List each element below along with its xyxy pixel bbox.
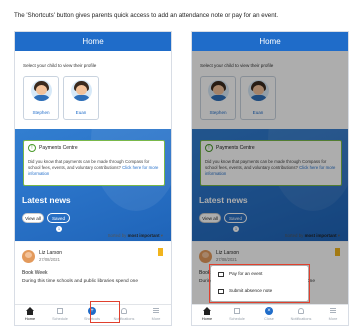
child-card-stephen[interactable]: Stephen [23,76,59,120]
child-name: Euan [75,110,87,115]
tab-close[interactable]: × Close [256,307,282,321]
saved-button[interactable]: Saved 1 [47,213,70,232]
phone-screen-right: Home Select your child to view their pro… [191,31,349,326]
calendar-icon [232,307,242,316]
tab-more[interactable]: More [143,307,169,321]
child-card-euan[interactable]: Euan [63,76,99,120]
header-title: Home [192,32,348,51]
view-all-button[interactable]: View all [22,213,44,223]
news-body: During this time schools and public libr… [22,279,138,284]
payments-centre-card[interactable]: ! Payments Centre Did you know that paym… [23,140,165,186]
home-icon [202,307,212,316]
tab-bar: Home Schedule × Close Notifications More [192,304,348,325]
menu-icon [328,307,338,316]
calendar-icon [55,307,65,316]
child-select-card: Select your child to view their profile … [15,51,171,129]
saved-count-badge: 1 [56,226,62,232]
info-icon: ! [28,144,36,152]
tab-schedule[interactable]: Schedule [47,307,73,321]
tab-more[interactable]: More [320,307,346,321]
menu-highlight [209,264,310,303]
news-date: 27/08/2021 [39,257,60,262]
header-title: Home [15,32,171,51]
latest-news-heading: Latest news [22,195,71,205]
avatar [31,80,52,101]
child-name: Stephen [32,110,50,115]
tab-schedule[interactable]: Schedule [224,307,250,321]
home-icon [25,307,35,316]
news-author: Liz Larson [39,250,63,256]
bookmark-icon[interactable] [158,248,163,256]
tab-home[interactable]: Home [194,307,220,321]
caption: The 'Shortcuts' button gives parents qui… [14,12,279,19]
shortcuts-highlight [90,301,120,323]
bell-icon [296,307,306,316]
tab-notifications[interactable]: Notifications [288,307,314,321]
bell-icon [119,307,129,316]
payments-title: Payments Centre [39,145,78,151]
news-title: Book Week [22,270,48,276]
close-icon: × [264,307,274,316]
avatar [22,250,35,263]
select-child-text: Select your child to view their profile [23,63,97,68]
payments-body: Did you know that payments can be made t… [28,159,159,176]
phone-screen-left: Home Select your child to view their pro… [14,31,172,326]
tab-home[interactable]: Home [17,307,43,321]
menu-icon [151,307,161,316]
sort-dropdown[interactable]: Sorted by most important ▾ [108,233,163,239]
news-item[interactable]: Liz Larson 27/08/2021 Book Week During t… [15,242,171,308]
avatar [71,80,92,101]
